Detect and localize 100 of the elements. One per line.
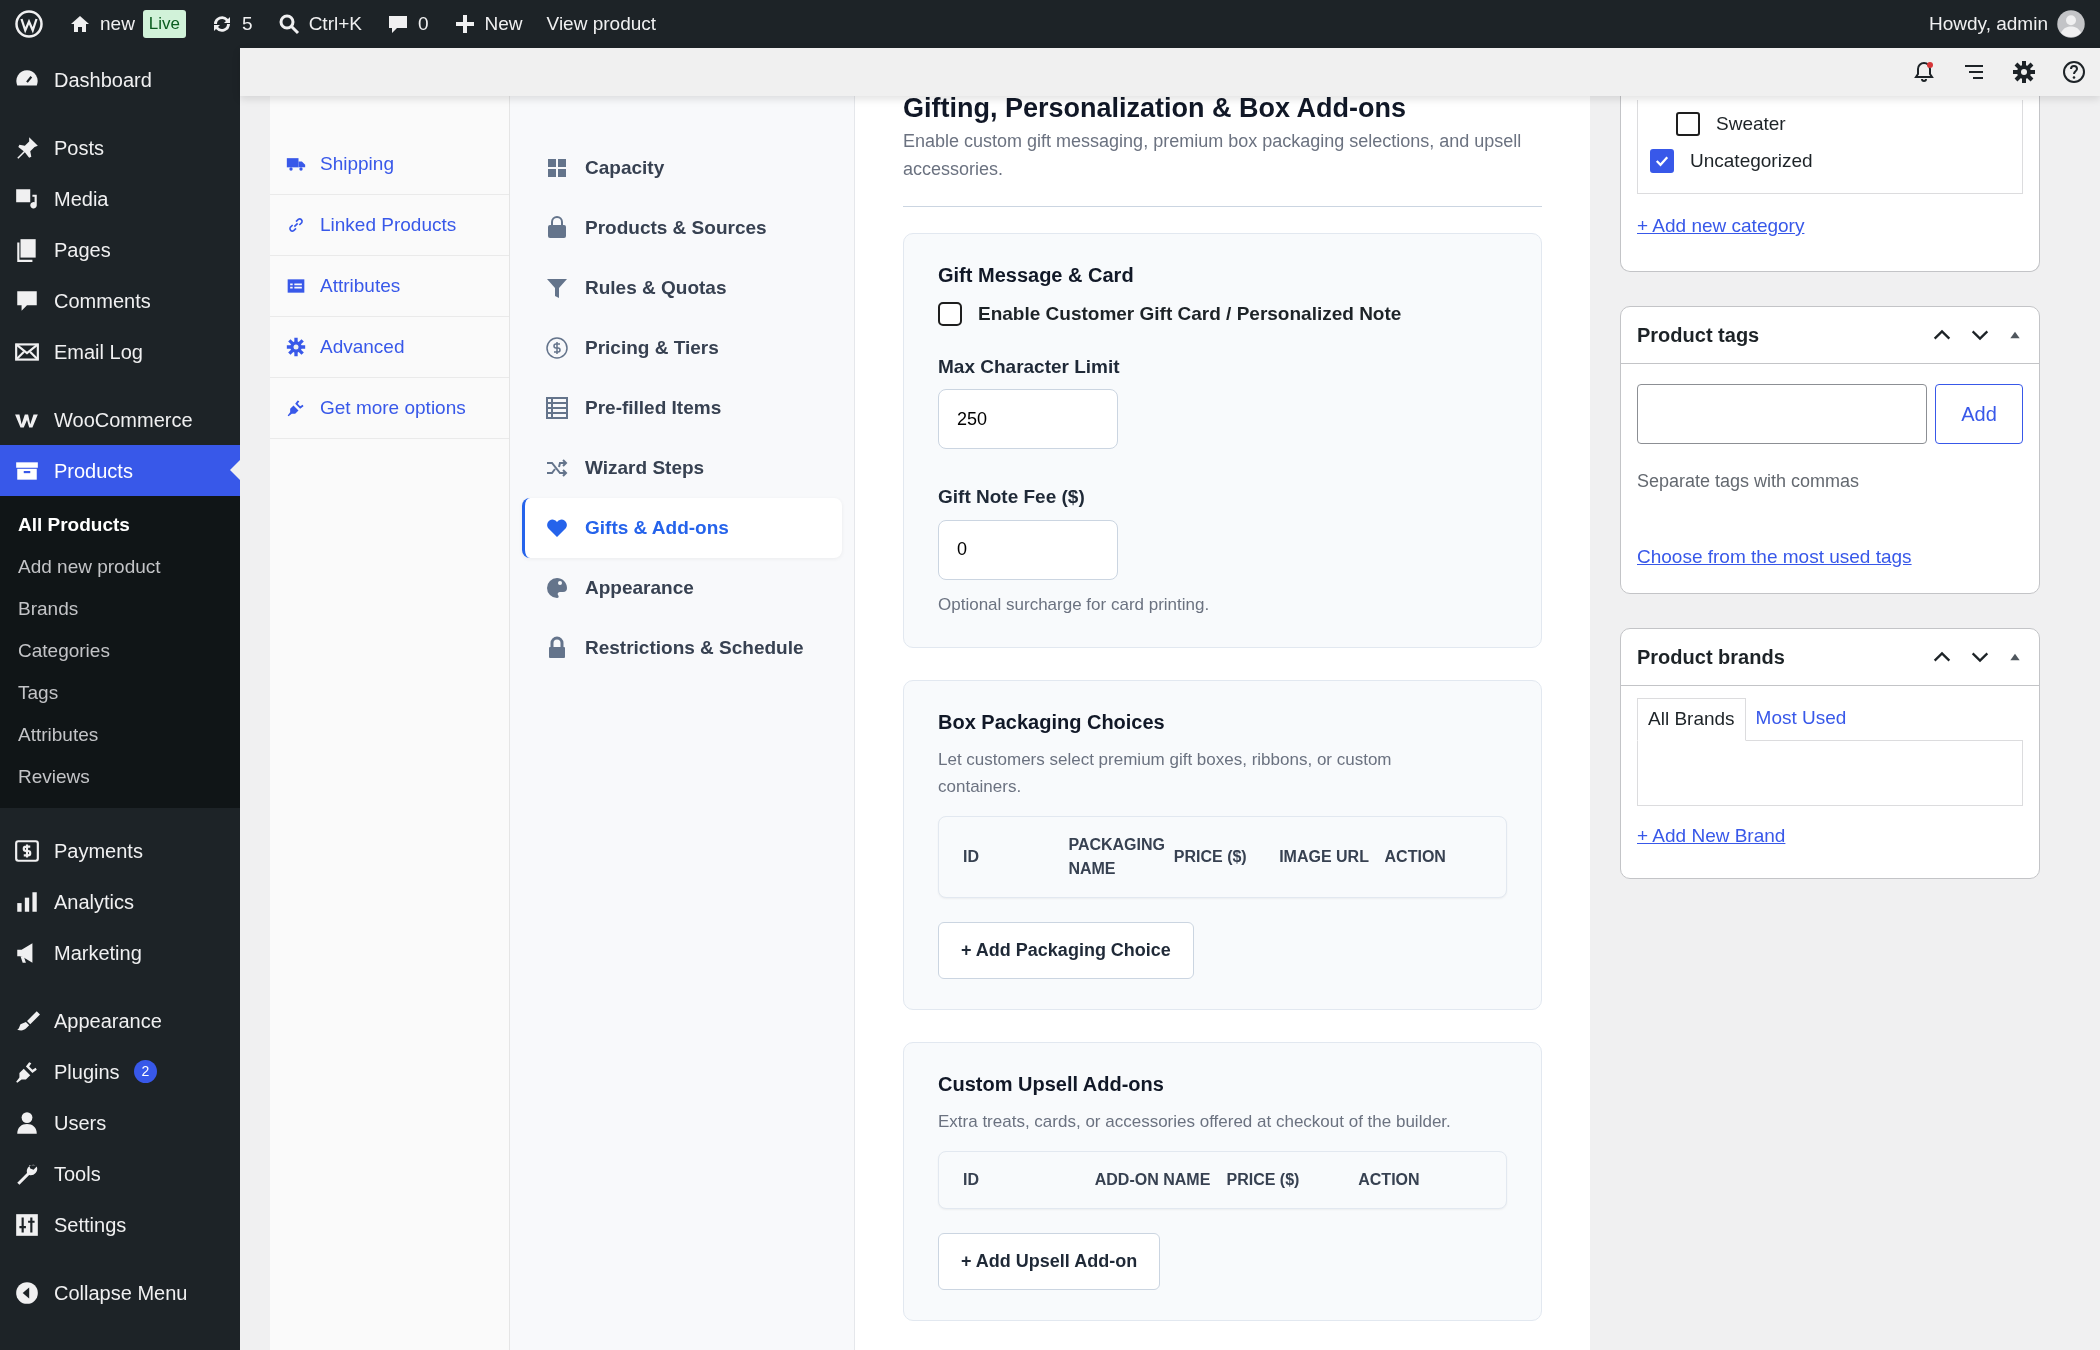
grid-icon xyxy=(545,156,569,180)
input-field[interactable]: 0 xyxy=(938,519,1118,580)
product-data-tab[interactable]: Attributes xyxy=(270,256,509,317)
column-header: ACTION xyxy=(1383,846,1447,867)
status-badge: Live xyxy=(142,10,187,38)
builder-nav-item[interactable]: Restrictions & Schedule xyxy=(522,618,842,678)
submenu-item[interactable]: Reviews xyxy=(0,756,240,798)
help-text: Optional surcharge for card printing. xyxy=(938,593,1211,616)
sidebar-item[interactable]: Settings xyxy=(0,1199,240,1250)
updates-link[interactable]: 5 xyxy=(210,9,253,39)
add-button[interactable]: + Add Packaging Choice xyxy=(938,921,1194,979)
submenu-item[interactable]: Tags xyxy=(0,672,240,714)
column-header: ID xyxy=(962,1170,980,1191)
sidebar-item[interactable]: Marketing xyxy=(0,927,240,978)
sidebar-item[interactable]: Payments xyxy=(0,825,240,876)
bell-icon[interactable] xyxy=(1912,60,1936,84)
settings-icon[interactable] xyxy=(2012,60,2036,84)
card-title: Gift Message & Card xyxy=(938,263,1135,289)
submenu-item[interactable]: All Products xyxy=(0,504,240,546)
sidebar-item[interactable]: WooCommerce xyxy=(0,394,240,445)
column-header: ADD-ON NAME xyxy=(1093,1170,1212,1191)
tab[interactable]: Most Used xyxy=(1745,698,1857,740)
list-icon xyxy=(545,396,569,420)
builder-nav-item[interactable]: Products & Sources xyxy=(522,198,842,258)
sliders-icon xyxy=(14,1211,40,1238)
builder-nav-item[interactable]: Appearance xyxy=(522,558,842,618)
column-header: PACKAGING NAME xyxy=(1067,834,1166,879)
product-data-tab[interactable]: Get more options xyxy=(270,378,509,439)
sidebar-item[interactable]: Email Log xyxy=(0,326,240,377)
section-description: Enable custom gift messaging, premium box packaging selections, and upsell accessories. xyxy=(903,130,1523,182)
tab[interactable]: All Brands xyxy=(1637,698,1746,741)
card-icon xyxy=(286,276,306,296)
most-used-tags-link[interactable]: Choose from the most used tags xyxy=(1637,545,1912,567)
category-label: Sweater xyxy=(1716,112,1786,136)
column-header: ID xyxy=(962,846,980,867)
input-field[interactable]: 250 xyxy=(938,389,1118,450)
comments-link[interactable]: 0 xyxy=(385,9,429,39)
box-title: Product brands xyxy=(1637,645,1785,670)
site-menu[interactable]: new Live xyxy=(68,9,187,39)
column-header: IMAGE URL xyxy=(1278,846,1370,867)
box-title: Product tags xyxy=(1637,322,1760,348)
sidebar-item[interactable]: Collapse Menu xyxy=(0,1267,240,1318)
tag-input[interactable] xyxy=(1637,383,1927,444)
sidebar-item[interactable]: Posts xyxy=(0,122,240,173)
checkbox[interactable] xyxy=(1676,112,1700,137)
avatar-icon xyxy=(2056,9,2086,39)
help-icon[interactable] xyxy=(2062,60,2086,84)
wordpress-menu[interactable] xyxy=(14,9,44,39)
add-tag-button[interactable]: Add xyxy=(1935,383,2023,444)
sidebar-item[interactable]: Appearance xyxy=(0,995,240,1046)
add-category-link[interactable]: + Add new category xyxy=(1637,215,1805,236)
column-header: ACTION xyxy=(1357,1170,1421,1191)
builder-nav-item[interactable]: Rules & Quotas xyxy=(522,258,842,318)
checkbox[interactable] xyxy=(938,302,962,327)
section-title: Gifting, Personalization & Box Add-ons xyxy=(903,92,1407,125)
builder-nav-item[interactable]: Pricing & Tiers xyxy=(522,318,842,378)
user-icon xyxy=(14,1109,40,1136)
builder-nav-item[interactable]: Gifts & Add-ons xyxy=(522,498,842,558)
product-data-tab[interactable]: Advanced xyxy=(270,317,509,378)
add-brand-link[interactable]: + Add New Brand xyxy=(1637,824,1786,846)
sidebar-item[interactable]: Tools xyxy=(0,1148,240,1199)
sidebar-item[interactable]: Comments xyxy=(0,275,240,326)
search-link[interactable]: Ctrl+K xyxy=(276,9,362,39)
builder-nav-item[interactable]: Pre-filled Items xyxy=(522,378,842,438)
hint-text: Separate tags with commas xyxy=(1637,469,1861,493)
column-header: PRICE ($) xyxy=(1225,1170,1301,1191)
checkbox[interactable] xyxy=(1650,148,1674,173)
sidebar-item[interactable]: Analytics xyxy=(0,876,240,927)
count-badge: 2 xyxy=(133,1060,158,1083)
link-icon xyxy=(286,215,306,235)
column-header: PRICE ($) xyxy=(1172,846,1248,867)
sidebar-item[interactable]: Plugins 2 xyxy=(0,1046,240,1097)
dollar-coin-icon xyxy=(545,336,569,360)
palette-icon xyxy=(545,576,569,600)
category-label: Uncategorized xyxy=(1690,148,1813,173)
submenu-item[interactable]: Attributes xyxy=(0,714,240,756)
product-data-tab[interactable]: Shipping xyxy=(270,134,509,195)
plug-icon xyxy=(286,398,306,418)
funnel-icon xyxy=(545,276,569,300)
builder-nav-item[interactable]: Capacity xyxy=(522,138,842,198)
sidebar-item[interactable]: Users xyxy=(0,1097,240,1148)
add-button[interactable]: + Add Upsell Add-on xyxy=(938,1233,1161,1291)
submenu-item[interactable]: Categories xyxy=(0,630,240,672)
field-label: Gift Note Fee ($) xyxy=(938,485,1086,510)
builder-nav-item[interactable]: Wizard Steps xyxy=(522,438,842,498)
sidebar-item[interactable]: Pages xyxy=(0,224,240,275)
submenu-item[interactable]: Brands xyxy=(0,588,240,630)
wordpress-logo-icon xyxy=(14,9,44,39)
card-title: Custom Upsell Add-ons xyxy=(938,1071,1165,1097)
submenu-item[interactable]: Add new product xyxy=(0,546,240,588)
sidebar-item[interactable]: Products xyxy=(0,445,240,496)
collapse-icon xyxy=(14,1279,40,1306)
sidebar-item[interactable]: Media xyxy=(0,173,240,224)
view-product-link[interactable]: View product xyxy=(546,9,657,39)
sidebar-item[interactable]: Dashboard xyxy=(0,54,240,105)
product-data-tab[interactable]: Linked Products xyxy=(270,195,509,256)
new-content-link[interactable]: New xyxy=(452,9,523,39)
account-menu[interactable]: Howdy, admin xyxy=(1929,9,2086,39)
field-label: Max Character Limit xyxy=(938,354,1121,379)
checkbox-label[interactable]: Enable Customer Gift Card / Personalized Note xyxy=(978,300,1402,329)
